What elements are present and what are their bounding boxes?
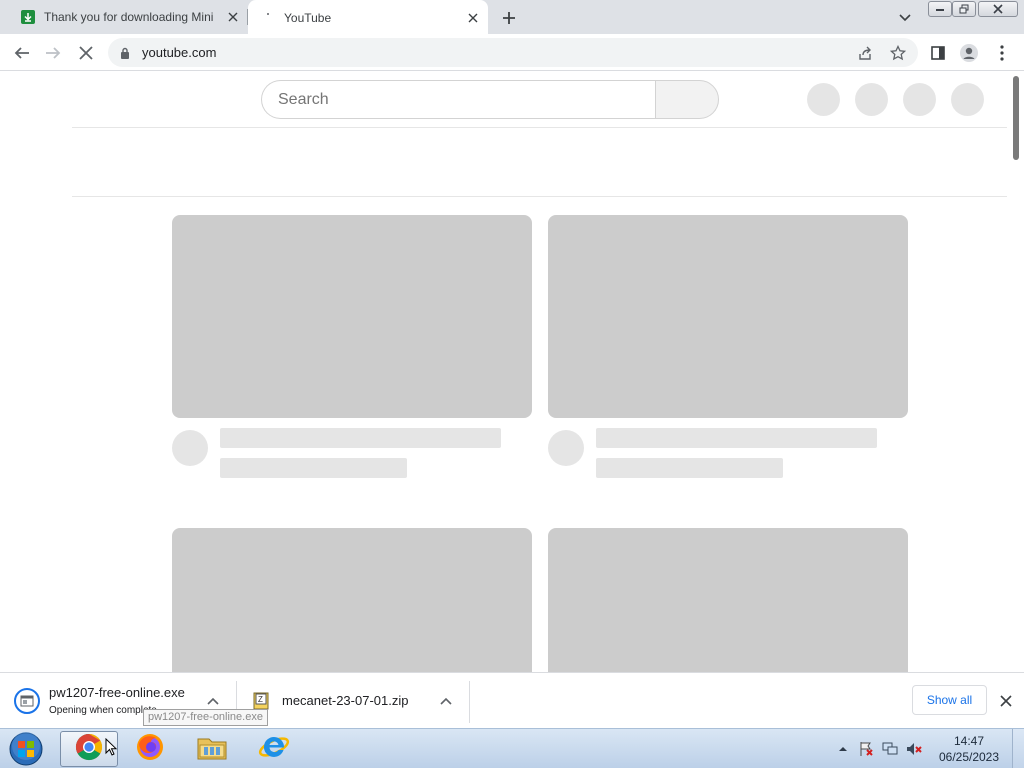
- loading-spinner-icon: [260, 10, 276, 26]
- youtube-page: [0, 72, 1024, 672]
- chevron-up-icon[interactable]: [438, 693, 454, 709]
- meta-placeholder: [596, 458, 783, 478]
- chrome-icon: [74, 732, 104, 767]
- minimize-button[interactable]: [928, 1, 952, 17]
- page-scrollbar[interactable]: [1013, 76, 1019, 160]
- video-thumbnail-placeholder: [172, 215, 532, 418]
- header-icon-placeholder: [855, 83, 888, 116]
- lock-icon[interactable]: [120, 46, 134, 60]
- tab-title: YouTube: [284, 10, 332, 25]
- close-tab-icon[interactable]: [224, 8, 242, 26]
- video-thumbnail-placeholder: [548, 528, 908, 672]
- close-tab-icon[interactable]: [464, 9, 482, 27]
- show-desktop-button[interactable]: [1012, 729, 1024, 768]
- tab-download-page[interactable]: Thank you for downloading Mini: [8, 0, 248, 34]
- meta-placeholder: [220, 458, 407, 478]
- stop-loading-icon[interactable]: [73, 40, 99, 66]
- start-button[interactable]: [6, 730, 46, 768]
- title-placeholder: [596, 428, 877, 448]
- clock-date: 06/25/2023: [938, 750, 1000, 764]
- system-clock[interactable]: 14:47 06/25/2023: [936, 733, 1002, 765]
- youtube-search-box[interactable]: [261, 80, 655, 119]
- address-bar[interactable]: youtube.com: [108, 38, 918, 67]
- chevron-up-icon[interactable]: [205, 693, 221, 709]
- taskbar-internet-explorer[interactable]: [245, 731, 303, 767]
- video-thumbnail-placeholder: [548, 215, 908, 418]
- tab-title: Thank you for downloading Mini: [44, 10, 214, 24]
- file-explorer-icon: [196, 733, 228, 766]
- filename-tooltip: pw1207-free-online.exe: [143, 709, 268, 726]
- bookmark-star-icon[interactable]: [889, 44, 907, 62]
- browser-toolbar: youtube.com: [0, 34, 1024, 71]
- channel-avatar-placeholder: [548, 430, 584, 466]
- zip-file-icon: Z: [252, 692, 270, 710]
- download-shelf: pw1207-free-online.exe Opening when comp…: [0, 672, 1024, 728]
- screen: Thank you for downloading Mini YouTube y…: [0, 0, 1024, 768]
- taskbar-firefox[interactable]: [121, 731, 179, 767]
- download-item[interactable]: Z mecanet-23-07-01.zip: [237, 673, 469, 729]
- taskbar-chrome[interactable]: [60, 731, 118, 767]
- firefox-icon: [135, 732, 165, 767]
- video-thumbnail-placeholder: [172, 528, 532, 672]
- show-hidden-icons-chevron-up-icon[interactable]: [835, 741, 851, 757]
- header-icon-placeholder: [903, 83, 936, 116]
- header-icon-placeholder: [807, 83, 840, 116]
- divider: [72, 127, 1007, 128]
- mouse-cursor-icon: [105, 737, 118, 761]
- back-arrow-icon[interactable]: [9, 40, 35, 66]
- executable-file-icon: [14, 688, 40, 714]
- close-shelf-icon[interactable]: [997, 692, 1015, 710]
- forward-arrow-icon[interactable]: [40, 40, 66, 66]
- tab-search-chevron-down-icon[interactable]: [895, 8, 915, 28]
- share-icon[interactable]: [856, 44, 874, 62]
- channel-avatar-placeholder: [172, 430, 208, 466]
- restore-button[interactable]: [952, 1, 976, 17]
- profile-avatar-icon[interactable]: [956, 40, 982, 66]
- download-separator: [469, 681, 470, 723]
- internet-explorer-icon: [258, 732, 290, 767]
- download-filename: mecanet-23-07-01.zip: [282, 693, 409, 708]
- tab-youtube[interactable]: YouTube: [248, 0, 488, 35]
- close-window-button[interactable]: [978, 1, 1018, 17]
- tab-strip: Thank you for downloading Mini YouTube: [0, 0, 1024, 35]
- title-placeholder: [220, 428, 501, 448]
- header-icon-placeholder: [951, 83, 984, 116]
- clock-time: 14:47: [953, 734, 985, 748]
- taskbar-file-explorer[interactable]: [183, 731, 241, 767]
- new-tab-button[interactable]: [498, 7, 520, 29]
- volume-muted-icon[interactable]: [906, 741, 922, 757]
- action-center-flag-icon[interactable]: [858, 741, 874, 757]
- divider: [72, 196, 1007, 197]
- network-icon[interactable]: [882, 741, 898, 757]
- show-all-button[interactable]: Show all: [912, 685, 987, 715]
- more-menu-icon[interactable]: [989, 40, 1015, 66]
- download-status: Opening when complete: [49, 705, 157, 716]
- side-panel-icon[interactable]: [925, 40, 951, 66]
- taskbar: 14:47 06/25/2023: [0, 728, 1024, 768]
- svg-text:Z: Z: [258, 695, 263, 704]
- download-filename: pw1207-free-online.exe: [49, 685, 185, 700]
- search-button[interactable]: [655, 80, 719, 119]
- search-input[interactable]: [278, 90, 638, 109]
- green-download-favicon-icon: [20, 9, 36, 25]
- url-text: youtube.com: [142, 45, 217, 60]
